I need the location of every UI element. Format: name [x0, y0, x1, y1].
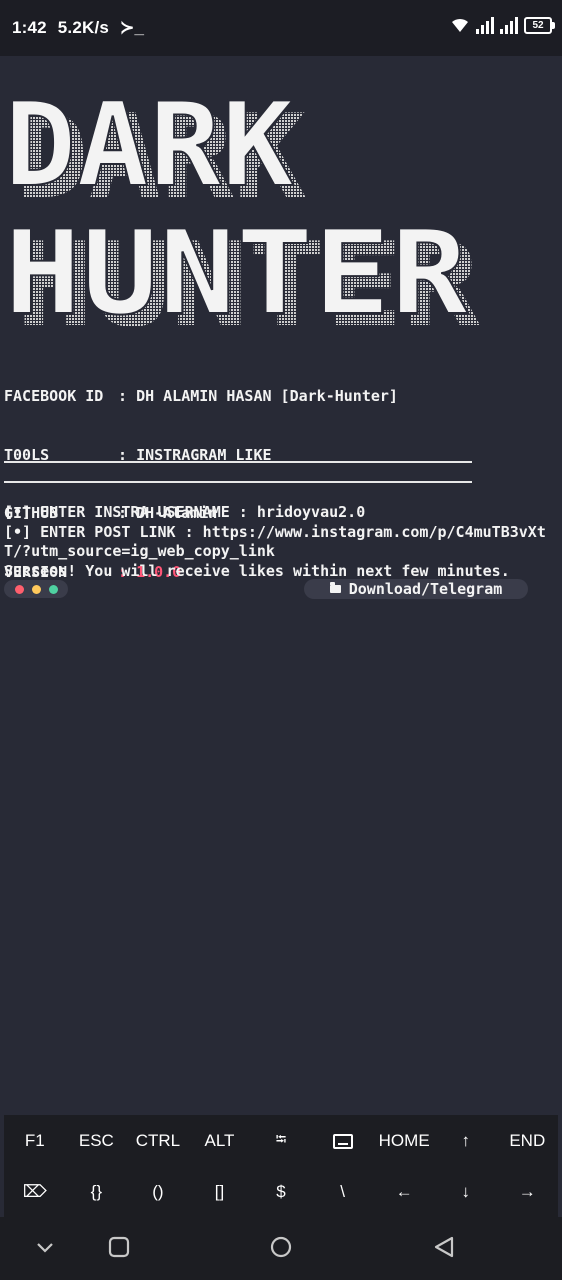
- key-tab[interactable]: ⭾: [250, 1129, 312, 1153]
- extra-keys-row-2: ⌦ {} () [] $ \ ← ↓ →: [4, 1166, 558, 1217]
- dark-hunter-banner: DARK DARK HUNTER HUNTER: [3, 77, 480, 332]
- home-circle-icon[interactable]: [269, 1235, 293, 1259]
- key-brackets[interactable]: []: [189, 1182, 251, 1202]
- key-f1[interactable]: F1: [4, 1131, 66, 1151]
- wifi-icon: [452, 18, 468, 32]
- battery-icon: 52: [524, 16, 555, 34]
- recents-square-icon[interactable]: [107, 1235, 131, 1259]
- info-value: DH ALAMIN HASAN [Dark-Hunter]: [136, 387, 398, 405]
- close-dot[interactable]: [14, 584, 24, 594]
- maximize-dot[interactable]: [48, 584, 58, 594]
- extra-keys-row-1: F1 ESC CTRL ALT ⭾ HOME ↑ END: [4, 1115, 558, 1166]
- folder-icon: [329, 582, 341, 593]
- key-end[interactable]: END: [497, 1131, 559, 1151]
- status-time: 1:42: [12, 18, 47, 37]
- key-braces[interactable]: {}: [66, 1182, 128, 1202]
- minimize-dot[interactable]: [31, 584, 41, 594]
- divider-line: [4, 461, 472, 463]
- key-down[interactable]: ↓: [435, 1182, 497, 1202]
- key-up[interactable]: ↑: [435, 1131, 497, 1151]
- system-navigation-bar: [0, 1217, 562, 1280]
- info-row-facebook: FACEBOOK ID : DH ALAMIN HASAN [Dark-Hunt…: [4, 387, 398, 407]
- info-sep: :: [118, 387, 128, 405]
- back-triangle-icon[interactable]: [432, 1235, 456, 1259]
- key-delete[interactable]: ⌦: [4, 1182, 66, 1202]
- network-speed: 5.2K/s: [57, 18, 110, 37]
- key-right[interactable]: →: [497, 1182, 559, 1202]
- output-line-username: [•] ENTER INSTRA USERNAME : hridoyvau2.0: [4, 503, 366, 521]
- terminal-output[interactable]: [•] ENTER INSTRA USERNAME : hridoyvau2.0…: [4, 503, 560, 581]
- download-telegram-button[interactable]: Download/Telegram: [304, 579, 528, 599]
- key-keyboard[interactable]: [312, 1131, 374, 1151]
- extra-keys-bar: F1 ESC CTRL ALT ⭾ HOME ↑ END ⌦ {} () [] …: [4, 1115, 558, 1217]
- terminal-notification-icon: ≻_: [120, 18, 145, 37]
- key-backslash[interactable]: \: [312, 1182, 374, 1202]
- banner-line1: DARK: [4, 78, 294, 213]
- output-line-post-link: [•] ENTER POST LINK : https://www.instag…: [4, 522, 546, 561]
- status-bar: 1:42 5.2K/s ≻_ 52: [0, 0, 562, 56]
- key-alt[interactable]: ALT: [189, 1131, 251, 1151]
- key-dollar[interactable]: $: [250, 1182, 312, 1202]
- key-ctrl[interactable]: CTRL: [127, 1131, 189, 1151]
- key-esc[interactable]: ESC: [66, 1131, 128, 1151]
- signal-icon-2: [500, 16, 518, 34]
- banner-line2: HUNTER: [4, 206, 468, 332]
- info-key: FACEBOOK ID: [4, 387, 104, 405]
- chevron-down-icon[interactable]: [35, 1235, 55, 1259]
- keyboard-icon: [332, 1133, 353, 1149]
- download-label: Download/Telegram: [348, 580, 503, 598]
- divider-line-2: [4, 481, 472, 483]
- key-home[interactable]: HOME: [373, 1131, 435, 1151]
- key-left[interactable]: ←: [373, 1182, 435, 1202]
- signal-icon: [476, 16, 494, 34]
- key-parens[interactable]: (): [127, 1182, 189, 1202]
- window-controls[interactable]: [4, 580, 68, 598]
